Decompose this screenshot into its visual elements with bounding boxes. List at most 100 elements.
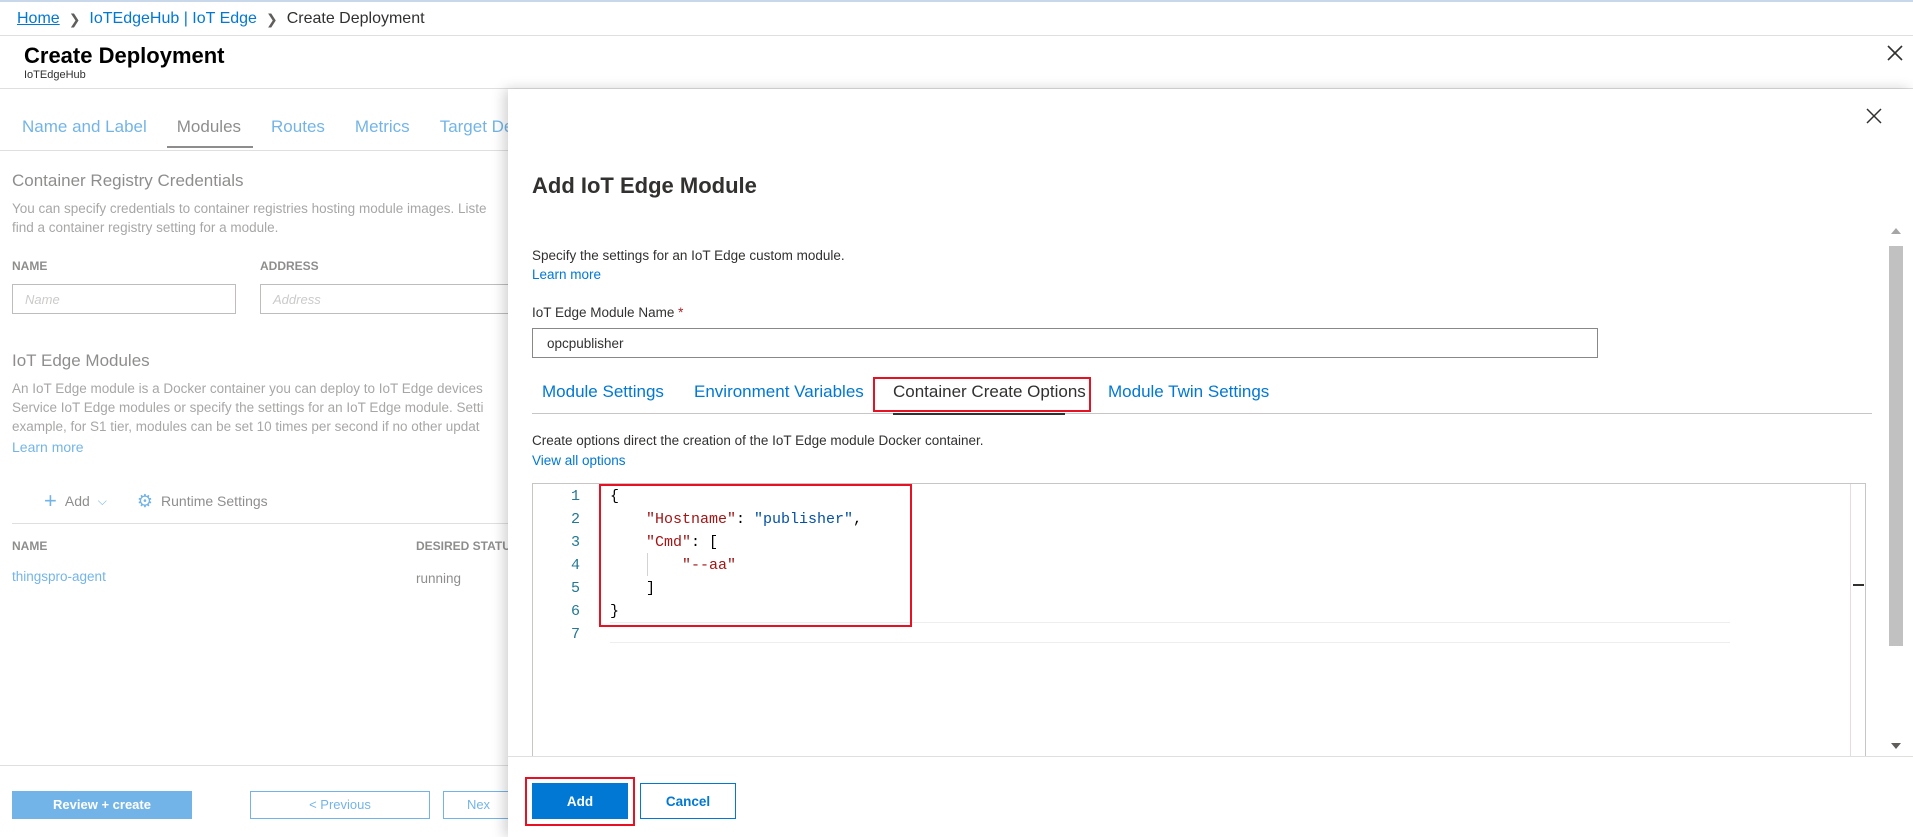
runtime-settings-button[interactable]: Runtime Settings <box>161 493 268 509</box>
registry-description-line: You can specify credentials to container… <box>12 201 487 216</box>
plus-icon: + <box>44 488 57 513</box>
registry-description-line: find a container registry setting for a … <box>12 220 279 235</box>
line-code: "Hostname": "publisher", <box>610 508 862 531</box>
breadcrumb-hub-link[interactable]: IoTEdgeHub | IoT Edge <box>89 10 257 28</box>
code-token: , <box>853 511 863 528</box>
breadcrumb-divider <box>0 35 1913 36</box>
footer-divider <box>0 765 520 766</box>
modules-heading: IoT Edge Modules <box>12 351 150 370</box>
module-name-input[interactable] <box>532 328 1598 358</box>
tab-module-settings[interactable]: Module Settings <box>542 380 664 414</box>
tab-metrics[interactable]: Metrics <box>345 117 422 148</box>
code-token: "Cmd" <box>646 534 692 551</box>
line-number: 5 <box>570 580 580 597</box>
editor-line: 3 "Cmd": [ <box>533 531 1833 554</box>
code-token: "publisher" <box>754 511 854 528</box>
tab-modules[interactable]: Modules <box>166 117 254 148</box>
scrollbar-thumb[interactable] <box>1889 246 1903 646</box>
page-title: Create Deployment <box>24 43 225 68</box>
previous-button[interactable]: < Previous <box>250 791 430 819</box>
modules-learn-more-link[interactable]: Learn more <box>12 439 84 455</box>
code-token: } <box>610 603 620 620</box>
editor-line: 6} <box>533 600 1833 623</box>
add-module-button[interactable]: Add <box>65 493 90 509</box>
scroll-down-arrow-icon[interactable] <box>1891 743 1901 749</box>
add-button[interactable]: Add <box>532 783 628 819</box>
cancel-button[interactable]: Cancel <box>640 783 736 819</box>
next-button[interactable]: Nex <box>443 791 513 819</box>
column-header-status: DESIRED STATUS <box>416 539 519 553</box>
deployment-tabs: Name and Label Modules Routes Metrics Ta… <box>12 117 533 148</box>
tab-module-twin-settings[interactable]: Module Twin Settings <box>1108 380 1269 414</box>
modules-description-line: Service IoT Edge modules or specify the … <box>12 400 484 415</box>
code-token: "--aa" <box>682 557 737 574</box>
tab-container-create-options-label: Container Create Options <box>893 382 1086 401</box>
line-code: } <box>610 600 619 623</box>
module-row-name-link[interactable]: thingspro-agent <box>12 569 106 584</box>
create-options-editor[interactable]: 1{2 "Hostname": "publisher", 3 "Cmd": [4 … <box>532 483 1866 757</box>
scroll-up-arrow-icon[interactable] <box>1891 228 1901 234</box>
module-tabs: Module Settings Environment Variables Co… <box>532 380 1872 415</box>
editor-scrollbar[interactable] <box>1850 484 1865 756</box>
tab-environment-variables[interactable]: Environment Variables <box>694 380 864 414</box>
code-token: ] <box>646 580 656 597</box>
page-subtitle: IoTEdgeHub <box>24 69 86 81</box>
view-all-options-link[interactable]: View all options <box>532 453 626 468</box>
line-code: ] <box>610 577 655 600</box>
line-code: "--aa" <box>610 554 736 577</box>
modules-command-bar: + Add ⌵ ⚙ Runtime Settings <box>44 490 268 512</box>
panel-footer-divider <box>508 756 1913 757</box>
column-header-name: NAME <box>12 539 48 553</box>
top-accent-line <box>0 0 1913 2</box>
module-name-label-text: IoT Edge Module Name <box>532 305 675 320</box>
breadcrumb: Home ❯ IoTEdgeHub | IoT Edge ❯ Create De… <box>17 10 425 28</box>
editor-line: 7 <box>533 623 1833 646</box>
close-icon[interactable] <box>1864 106 1884 126</box>
registry-name-input[interactable]: Name <box>12 284 236 314</box>
line-number: 6 <box>570 603 580 620</box>
module-name-label: IoT Edge Module Name * <box>532 305 683 320</box>
editor-line: 5 ] <box>533 577 1833 600</box>
module-row-status: running <box>416 571 462 586</box>
breadcrumb-current: Create Deployment <box>286 10 425 27</box>
editor-line: 1{ <box>533 485 1833 508</box>
panel-scrollbar[interactable] <box>1887 222 1905 755</box>
chevron-down-icon[interactable]: ⌵ <box>98 494 107 509</box>
active-tab-underline <box>893 413 1065 415</box>
editor-line: 2 "Hostname": "publisher", <box>533 508 1833 531</box>
registry-address-input[interactable]: Address <box>260 284 520 314</box>
create-options-description: Create options direct the creation of th… <box>532 433 984 448</box>
line-number: 7 <box>570 626 580 643</box>
editor-line: 4 "--aa" <box>533 554 1833 577</box>
close-icon[interactable] <box>1884 42 1906 64</box>
tabs-divider <box>0 150 510 151</box>
tab-routes[interactable]: Routes <box>261 117 337 148</box>
code-token: { <box>610 488 620 505</box>
breadcrumb-home-link[interactable]: Home <box>17 10 60 28</box>
editor-scroll-marker <box>1853 584 1864 586</box>
registry-heading: Container Registry Credentials <box>12 171 244 190</box>
line-number: 3 <box>570 534 580 551</box>
modules-description-line: example, for S1 tier, modules can be set… <box>12 419 480 434</box>
line-number: 1 <box>570 488 580 505</box>
modules-description-line: An IoT Edge module is a Docker container… <box>12 381 483 396</box>
code-token: "Hostname" <box>646 511 737 528</box>
registry-address-label: ADDRESS <box>260 259 319 273</box>
tab-name-and-label[interactable]: Name and Label <box>12 117 159 148</box>
code-token: : [ <box>691 534 719 551</box>
learn-more-link[interactable]: Learn more <box>532 267 601 282</box>
tab-container-create-options[interactable]: Container Create Options <box>881 380 1086 415</box>
line-number: 4 <box>570 557 580 574</box>
panel-description: Specify the settings for an IoT Edge cus… <box>532 248 845 263</box>
required-marker: * <box>678 305 684 320</box>
chevron-right-icon: ❯ <box>68 10 81 27</box>
table-divider <box>12 523 512 524</box>
review-create-button[interactable]: Review + create <box>12 791 192 819</box>
gear-icon: ⚙ <box>136 490 154 511</box>
line-code: { <box>610 485 619 508</box>
code-token: : <box>736 511 755 528</box>
